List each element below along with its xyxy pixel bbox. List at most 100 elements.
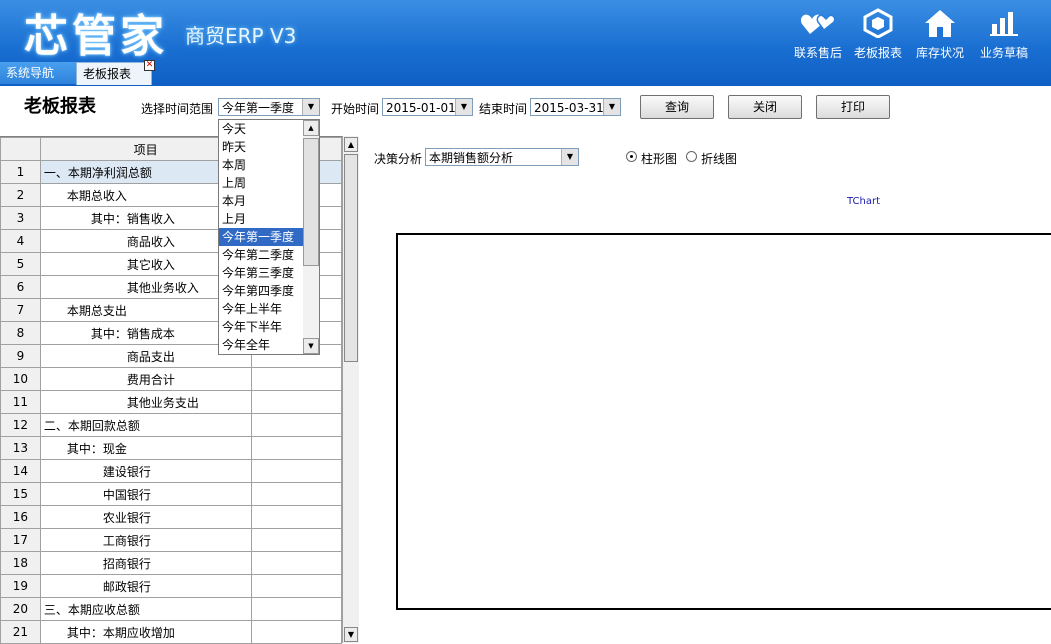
row-item-name[interactable]: 中国银行 [40, 483, 251, 506]
row-value[interactable] [251, 552, 341, 575]
row-value[interactable] [251, 368, 341, 391]
table-row[interactable]: 18招商银行 [1, 552, 342, 575]
dropdown-option[interactable]: 今年第三季度 [219, 264, 306, 282]
inventory-status-button[interactable]: 库存状况 [910, 8, 970, 61]
row-value[interactable] [251, 460, 341, 483]
dropdown-option[interactable]: 今年第一季度 [219, 228, 306, 246]
table-row[interactable]: 19邮政银行 [1, 575, 342, 598]
row-number: 7 [1, 299, 41, 322]
end-date-picker[interactable]: 2015-03-31 ▼ [530, 98, 621, 116]
row-value[interactable] [251, 483, 341, 506]
chart-area[interactable] [396, 233, 1051, 610]
grid-scrollbar[interactable]: ▲ ▼ [342, 136, 359, 643]
table-row[interactable]: 11其他业务支出 [1, 391, 342, 414]
row-item-name[interactable]: 三、本期应收总额 [40, 598, 251, 621]
row-value[interactable] [251, 621, 341, 644]
row-item-name[interactable]: 其他业务支出 [40, 391, 251, 414]
dropdown-option[interactable]: 昨天 [219, 138, 306, 156]
bar-chart-radio-label[interactable]: 柱形图 [641, 150, 677, 167]
range-dropdown-list[interactable]: 今天昨天本周上周本月上月今年第一季度今年第二季度今年第三季度今年第四季度今年上半… [218, 119, 320, 355]
table-row[interactable]: 13其中：现金 [1, 437, 342, 460]
product-name: 商贸ERP V3 [185, 20, 296, 49]
page-title: 老板报表 [24, 92, 96, 118]
row-item-name[interactable]: 招商银行 [40, 552, 251, 575]
boss-report-button[interactable]: 老板报表 [848, 8, 908, 61]
dropdown-option[interactable]: 今年全年 [219, 336, 306, 354]
hearts-icon [800, 8, 836, 38]
dropdown-option[interactable]: 今年第二季度 [219, 246, 306, 264]
dropdown-option[interactable]: 今年第四季度 [219, 282, 306, 300]
tab-boss-report[interactable]: 老板报表 [76, 62, 152, 85]
bar-chart-icon [988, 8, 1020, 38]
row-item-name[interactable]: 二、本期回款总额 [40, 414, 251, 437]
row-value[interactable] [251, 575, 341, 598]
bar-chart-radio[interactable] [626, 151, 637, 162]
row-number: 19 [1, 575, 41, 598]
row-item-name[interactable]: 其中：本期应收增加 [40, 621, 251, 644]
chart-caption: TChart [847, 196, 880, 207]
table-row[interactable]: 20三、本期应收总额 [1, 598, 342, 621]
dropdown-option[interactable]: 本月 [219, 192, 306, 210]
row-number: 17 [1, 529, 41, 552]
close-tab-icon[interactable]: ✕ [144, 60, 155, 71]
chevron-down-icon[interactable]: ▼ [455, 99, 472, 115]
print-button[interactable]: 打印 [816, 95, 890, 119]
dropdown-option[interactable]: 今年上半年 [219, 300, 306, 318]
analysis-select[interactable]: 本期销售额分析 ▼ [425, 148, 579, 166]
dropdown-option[interactable]: 今天 [219, 120, 306, 138]
row-value[interactable] [251, 529, 341, 552]
start-date-picker[interactable]: 2015-01-01 ▼ [382, 98, 473, 116]
line-chart-radio-label[interactable]: 折线图 [701, 150, 737, 167]
table-row[interactable]: 16农业银行 [1, 506, 342, 529]
row-number: 12 [1, 414, 41, 437]
dropdown-option[interactable]: 上月 [219, 210, 306, 228]
row-item-name[interactable]: 邮政银行 [40, 575, 251, 598]
row-number: 4 [1, 230, 41, 253]
contact-support-button[interactable]: 联系售后 [788, 8, 848, 61]
scroll-up-icon[interactable]: ▲ [303, 120, 319, 136]
row-value[interactable] [251, 598, 341, 621]
row-item-name[interactable]: 其中：现金 [40, 437, 251, 460]
row-number: 21 [1, 621, 41, 644]
table-row[interactable]: 17工商银行 [1, 529, 342, 552]
row-item-name[interactable]: 建设银行 [40, 460, 251, 483]
scroll-down-icon[interactable]: ▼ [344, 627, 358, 642]
row-item-name[interactable]: 工商银行 [40, 529, 251, 552]
chevron-down-icon[interactable]: ▼ [561, 149, 578, 165]
table-row[interactable]: 15中国银行 [1, 483, 342, 506]
table-row[interactable]: 14建设银行 [1, 460, 342, 483]
contact-support-label: 联系售后 [794, 46, 842, 60]
dropdown-option[interactable]: 本周 [219, 156, 306, 174]
line-chart-radio[interactable] [686, 151, 697, 162]
dropdown-option[interactable]: 今年下半年 [219, 318, 306, 336]
row-value[interactable] [251, 437, 341, 460]
scroll-down-icon[interactable]: ▼ [303, 338, 319, 354]
table-row[interactable]: 21其中：本期应收增加 [1, 621, 342, 644]
query-button[interactable]: 查询 [640, 95, 714, 119]
row-item-name[interactable]: 农业银行 [40, 506, 251, 529]
app-header: 芯管家 商贸ERP V3 联系售后 老板报表 库存状况 业务草稿 系统导航 [0, 0, 1051, 86]
boss-report-label: 老板报表 [854, 46, 902, 60]
dropdown-scroll-thumb[interactable] [303, 138, 319, 266]
range-label: 选择时间范围 [141, 100, 213, 117]
end-label: 结束时间 [479, 100, 527, 117]
dropdown-option[interactable]: 上周 [219, 174, 306, 192]
table-row[interactable]: 10费用合计 [1, 368, 342, 391]
tab-system-nav[interactable]: 系统导航 [0, 62, 79, 84]
row-item-name[interactable]: 费用合计 [40, 368, 251, 391]
scroll-up-icon[interactable]: ▲ [344, 137, 358, 152]
table-row[interactable]: 12二、本期回款总额 [1, 414, 342, 437]
range-select[interactable]: 今年第一季度 ▼ [218, 98, 320, 116]
row-value[interactable] [251, 391, 341, 414]
row-value[interactable] [251, 506, 341, 529]
chevron-down-icon[interactable]: ▼ [603, 99, 620, 115]
tab-bar: 系统导航 老板报表 [0, 62, 1051, 86]
business-draft-label: 业务草稿 [980, 46, 1028, 60]
close-button[interactable]: 关闭 [728, 95, 802, 119]
chevron-down-icon[interactable]: ▼ [302, 99, 319, 115]
business-draft-button[interactable]: 业务草稿 [974, 8, 1034, 61]
row-value[interactable] [251, 414, 341, 437]
scroll-thumb[interactable] [344, 154, 358, 362]
dropdown-scrollbar[interactable]: ▲ ▼ [303, 120, 319, 354]
cube-icon [862, 8, 894, 38]
